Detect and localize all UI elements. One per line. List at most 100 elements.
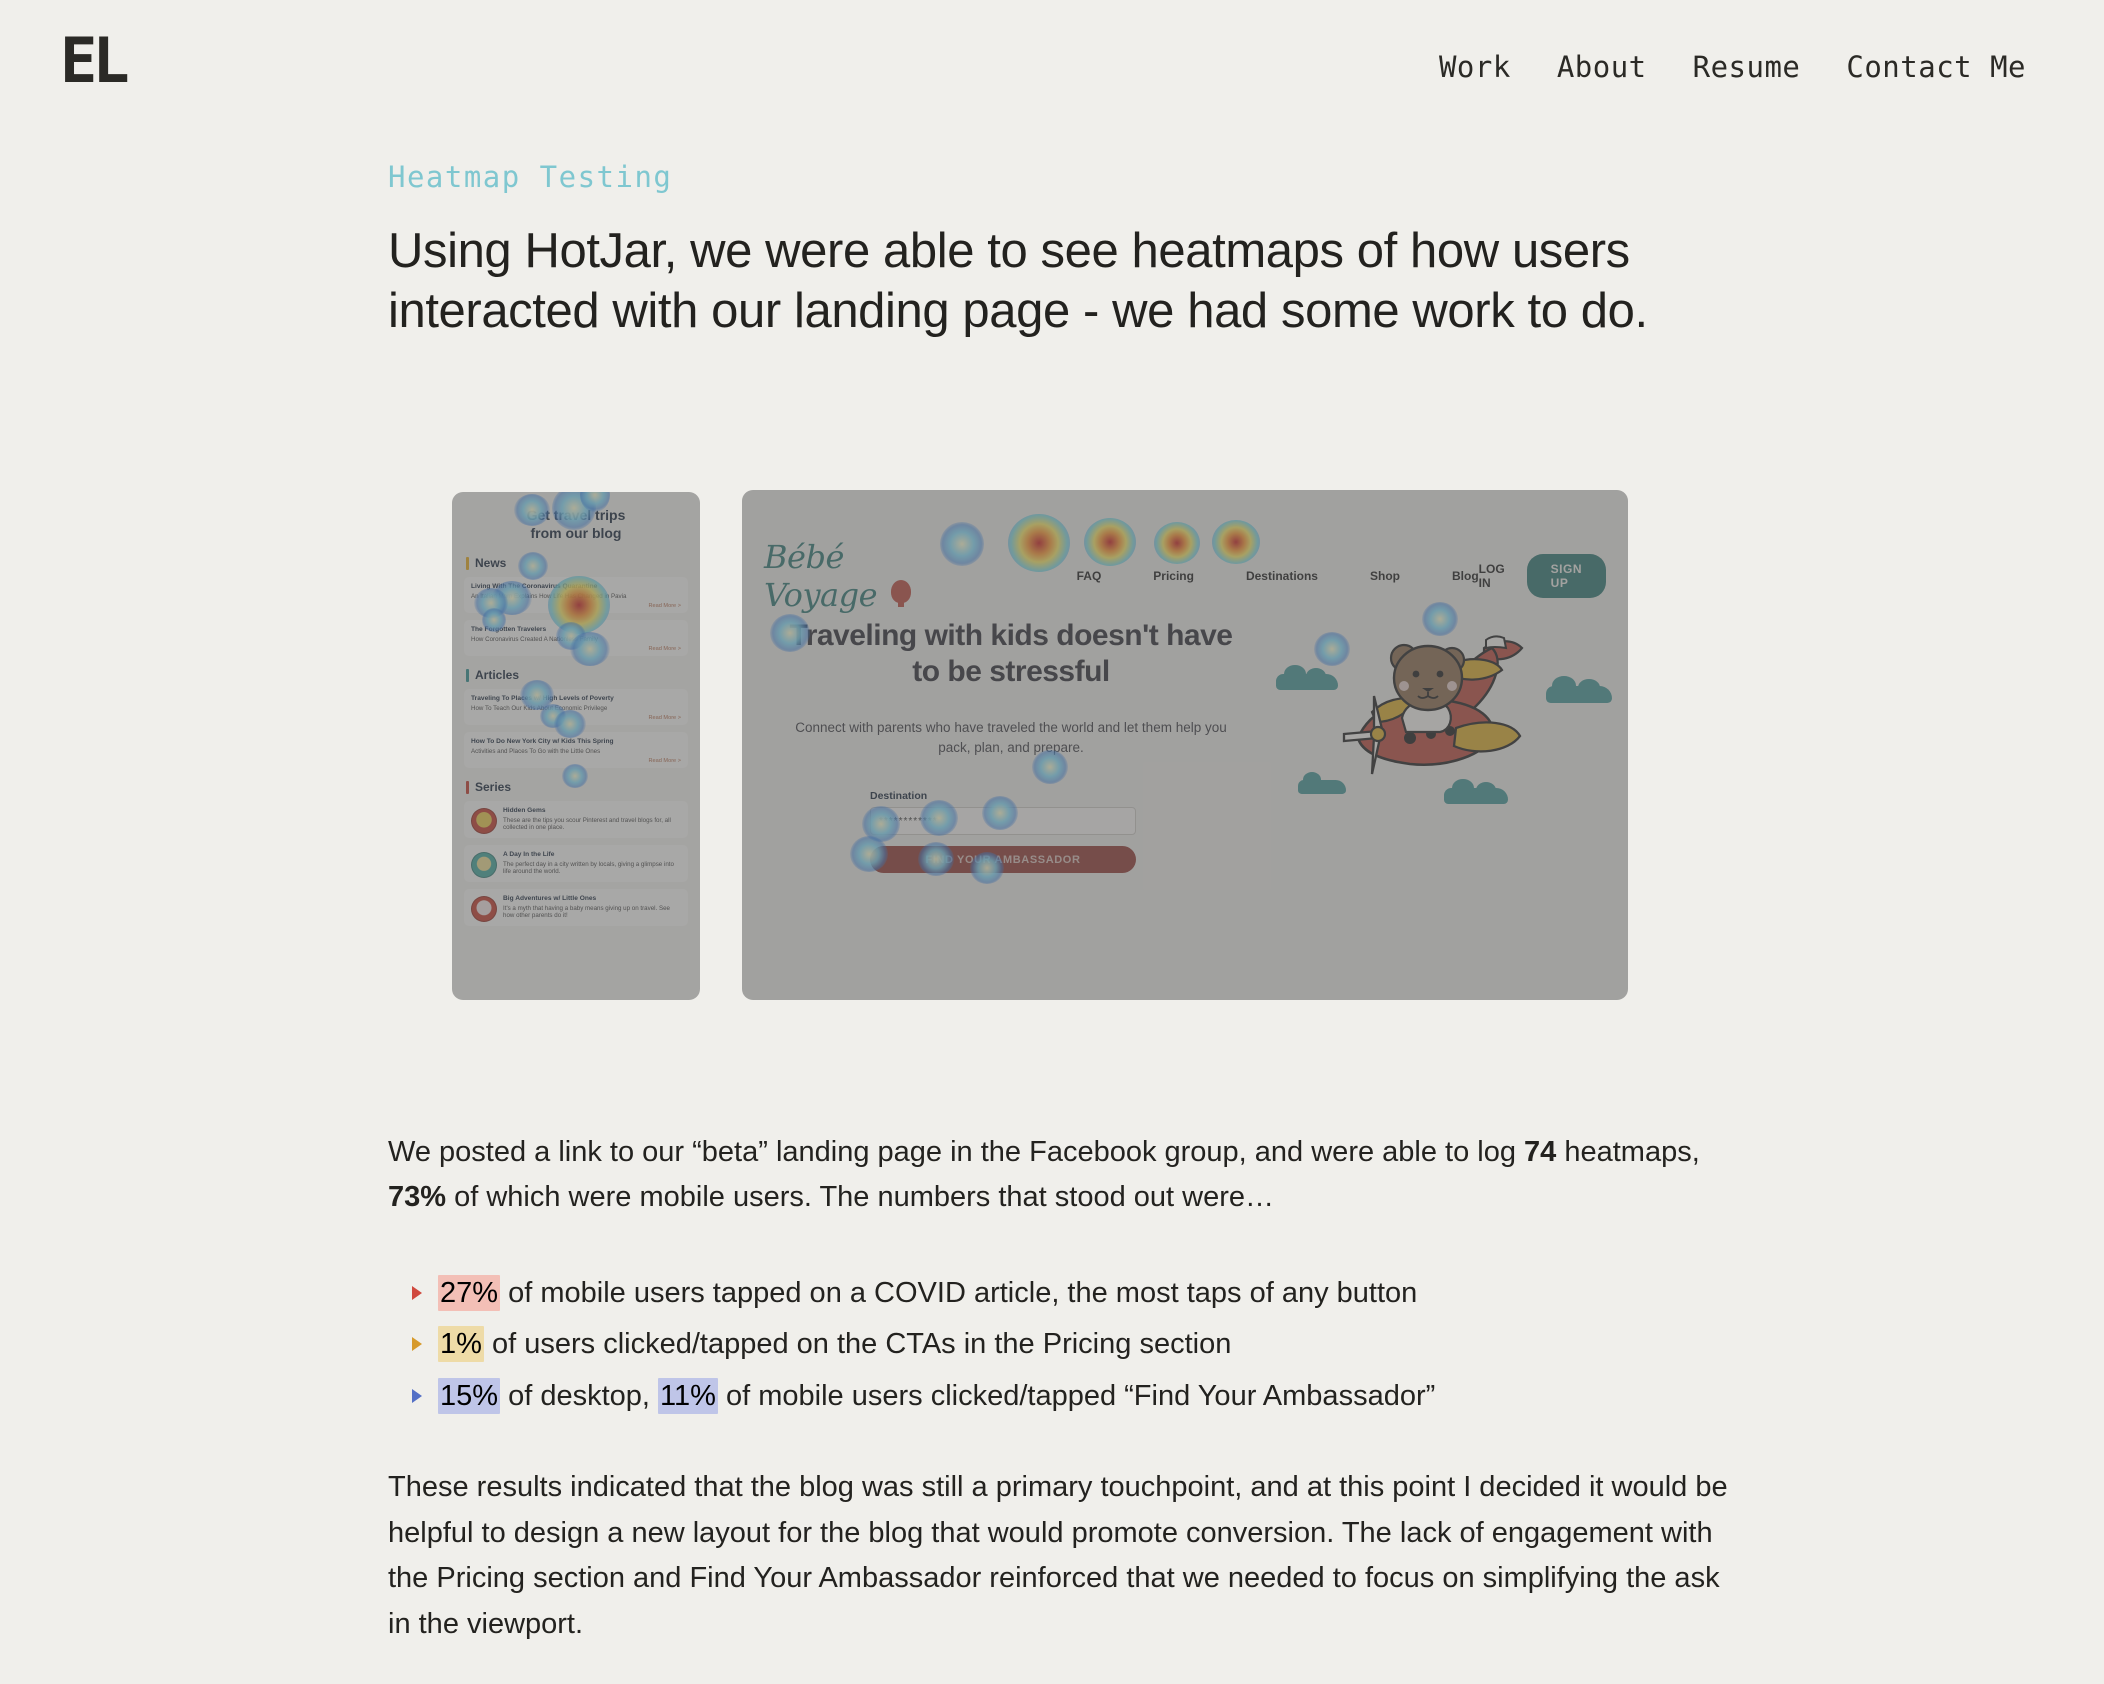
- site-logo[interactable]: EL: [60, 30, 130, 92]
- nav-link-contact-me[interactable]: Contact Me: [1846, 50, 2026, 84]
- body-paragraph-closing: These results indicated that the blog wa…: [388, 1471, 1728, 1640]
- destination-input[interactable]: ************: [870, 807, 1136, 835]
- card-title: Big Adventures w/ Little Ones: [503, 895, 597, 903]
- hot-air-balloon-icon: [889, 580, 913, 610]
- list-item: 1% of users clicked/tapped on the CTAs i…: [410, 1326, 1740, 1363]
- section-accent-bar-icon: [466, 556, 469, 570]
- nav-link-work[interactable]: Work: [1439, 50, 1511, 84]
- card-subtitle: An Italian Mom Explains How Life Has Cha…: [471, 592, 627, 600]
- desktop-login-link[interactable]: LOG IN: [1479, 562, 1505, 590]
- heatmap-figure: Get travel trips from our blog News Livi…: [452, 490, 1628, 1005]
- card-subtitle: Activities and Places To Go with the Lit…: [471, 747, 601, 755]
- card-title: A Day In the Life: [503, 851, 555, 859]
- desktop-destination-form: Destination ************ FIND YOUR AMBAS…: [870, 790, 1136, 873]
- card-subtitle: How To Teach Our Kids About Economic Pri…: [471, 704, 608, 712]
- mobile-article-card[interactable]: Traveling To Places w/ High Levels of Po…: [464, 689, 688, 726]
- mobile-heatmap-mockup: Get travel trips from our blog News Livi…: [452, 492, 700, 1000]
- read-more-link[interactable]: Read More >: [471, 646, 682, 652]
- list-item-text: of mobile users clicked/tapped “Find You…: [717, 1379, 1436, 1412]
- desktop-nav-blog[interactable]: Blog: [1452, 569, 1479, 583]
- card-title: Hidden Gems: [503, 807, 546, 815]
- desktop-nav-destinations[interactable]: Destinations: [1246, 569, 1318, 583]
- card-title: Living With The Coronavirus Quarantine: [471, 583, 598, 591]
- para-text: heatmaps,: [1556, 1136, 1700, 1168]
- desktop-navbar: Bébé Voyage FAQ Pricing Destinations Sho…: [742, 538, 1628, 614]
- nav-link-about[interactable]: About: [1557, 50, 1647, 84]
- stat-highlight: 1%: [438, 1326, 484, 1363]
- desktop-nav-pricing[interactable]: Pricing: [1153, 569, 1194, 583]
- desktop-nav-actions: LOG IN SIGN UP: [1479, 554, 1606, 598]
- stat-heatmap-count: 74: [1524, 1136, 1557, 1168]
- main-navigation: Work About Resume Contact Me: [1439, 50, 2026, 84]
- list-item: 15% of desktop, 11% of mobile users clic…: [410, 1377, 1740, 1414]
- card-subtitle: The perfect day in a city written by loc…: [503, 860, 674, 876]
- mobile-section-articles: Articles: [466, 668, 688, 682]
- mobile-series-card[interactable]: Hidden Gems These are the tips you scour…: [464, 801, 688, 839]
- card-title: How To Do New York City w/ Kids This Spr…: [471, 738, 614, 746]
- stat-highlight-secondary: 11%: [658, 1377, 718, 1414]
- para-text: of which were mobile users. The numbers …: [446, 1180, 1275, 1213]
- airplane-with-bear-icon: [1342, 635, 1524, 775]
- desktop-nav-shop[interactable]: Shop: [1370, 569, 1400, 583]
- bullet-triangle-icon: [412, 1286, 422, 1300]
- bear-airplane-illustration: [1258, 612, 1618, 882]
- read-more-link[interactable]: Read More >: [471, 603, 682, 609]
- desktop-signup-button[interactable]: SIGN UP: [1526, 554, 1606, 598]
- bullet-triangle-icon: [412, 1388, 422, 1403]
- stat-highlight: 27%: [438, 1275, 501, 1311]
- section-eyebrow: Heatmap Testing: [388, 160, 673, 194]
- brand-name: Bébé Voyage: [764, 538, 878, 614]
- section-title-articles: Articles: [475, 668, 520, 683]
- desktop-hero-title: Traveling with kids doesn't have to be s…: [789, 619, 1233, 688]
- mobile-hero-line1: Get travel trips: [526, 507, 626, 523]
- nav-link-resume[interactable]: Resume: [1693, 50, 1801, 84]
- desktop-hero-subtitle: Connect with parents who have traveled t…: [795, 720, 1227, 755]
- site-header: EL Work About Resume Contact Me: [0, 0, 2104, 130]
- card-title: The Forgotten Travelers: [471, 626, 547, 634]
- mobile-article-card[interactable]: Living With The Coronavirus Quarantine A…: [464, 577, 688, 614]
- series-thumbnail-icon: [471, 808, 497, 835]
- section-accent-bar-icon: [466, 780, 469, 794]
- list-item-text: of mobile users tapped on a COVID articl…: [500, 1277, 1418, 1309]
- desktop-landing-page: Bébé Voyage FAQ Pricing Destinations Sho…: [742, 490, 1628, 1000]
- section-title-series: Series: [475, 780, 512, 795]
- stat-mobile-share: 73%: [388, 1180, 447, 1213]
- findings-list: 27% of mobile users tapped on a COVID ar…: [410, 1275, 1740, 1429]
- mobile-blog-page: Get travel trips from our blog News Livi…: [452, 492, 700, 1000]
- section-intro: Heatmap Testing Using HotJar, we were ab…: [388, 160, 1718, 342]
- card-subtitle: It's a myth that having a baby means giv…: [503, 904, 670, 920]
- para-text: We posted a link to our “beta” landing p…: [388, 1136, 1525, 1168]
- list-item-text: of users clicked/tapped on the CTAs in t…: [483, 1328, 1232, 1361]
- card-subtitle: How Coronavirus Created A Nationless Fam…: [471, 635, 598, 643]
- desktop-heatmap-mockup: Bébé Voyage FAQ Pricing Destinations Sho…: [742, 490, 1628, 1000]
- desktop-nav-faq[interactable]: FAQ: [1077, 569, 1102, 583]
- series-thumbnail-icon: [471, 852, 497, 879]
- mobile-hero-line2: from our blog: [530, 525, 622, 542]
- find-ambassador-button[interactable]: FIND YOUR AMBASSADOR: [870, 846, 1136, 873]
- cloud-icon: [1546, 676, 1612, 703]
- mobile-series-card[interactable]: Big Adventures w/ Little Ones It's a myt…: [464, 889, 688, 927]
- card-title: Traveling To Places w/ High Levels of Po…: [471, 695, 614, 703]
- read-more-link[interactable]: Read More >: [471, 715, 682, 721]
- body-paragraph-intro: We posted a link to our “beta” landing p…: [388, 1130, 1728, 1220]
- mobile-hero: Get travel trips from our blog: [464, 506, 688, 542]
- section-accent-bar-icon: [466, 668, 469, 682]
- stat-highlight: 15%: [438, 1377, 501, 1414]
- section-title-news: News: [475, 556, 507, 571]
- destination-label: Destination: [870, 790, 928, 802]
- mobile-section-series: Series: [466, 780, 688, 794]
- desktop-nav-links: FAQ Pricing Destinations Shop Blog: [1077, 569, 1479, 583]
- read-more-link[interactable]: Read More >: [471, 758, 682, 764]
- list-item: 27% of mobile users tapped on a COVID ar…: [410, 1275, 1740, 1311]
- mobile-article-card[interactable]: How To Do New York City w/ Kids This Spr…: [464, 732, 688, 769]
- section-headline: Using HotJar, we were able to see heatma…: [388, 224, 1648, 338]
- mobile-section-news: News: [466, 556, 688, 570]
- list-item-text: of desktop,: [500, 1379, 659, 1412]
- mobile-series-card[interactable]: A Day In the Life The perfect day in a c…: [464, 845, 688, 883]
- card-subtitle: These are the tips you scour Pinterest a…: [503, 816, 671, 832]
- series-thumbnail-icon: [471, 896, 497, 923]
- bullet-triangle-icon: [412, 1337, 422, 1352]
- desktop-brand-logo[interactable]: Bébé Voyage: [764, 538, 927, 614]
- mobile-article-card[interactable]: The Forgotten Travelers How Coronavirus …: [464, 620, 688, 657]
- cloud-icon: [1276, 665, 1338, 690]
